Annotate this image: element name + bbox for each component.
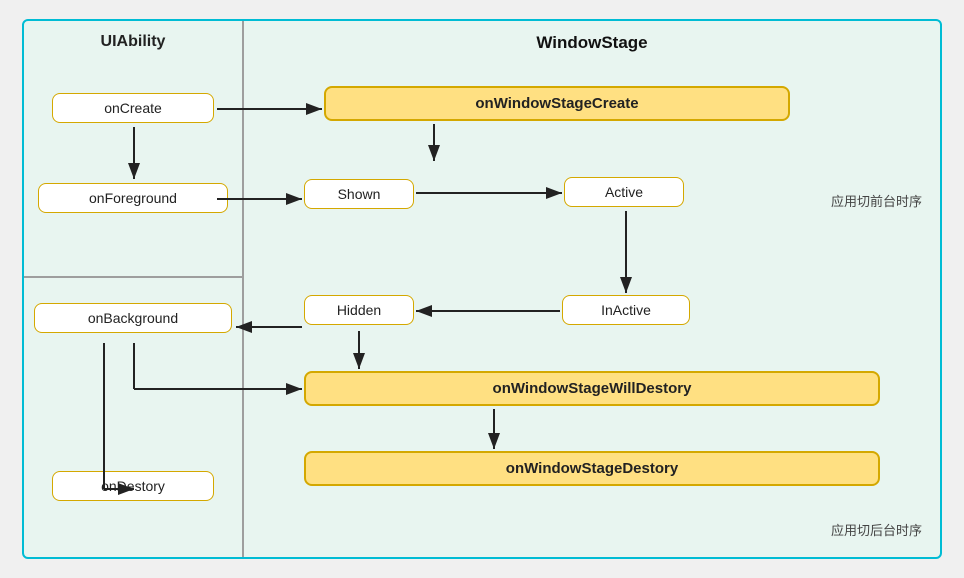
node-onwindowstagewilldestory: onWindowStageWillDestory	[304, 371, 880, 406]
label-background: 应用切后台时序	[831, 520, 922, 539]
node-active: Active	[564, 177, 684, 207]
node-inactive: InActive	[562, 295, 690, 325]
node-onbackground: onBackground	[34, 303, 232, 333]
node-shown: Shown	[304, 179, 414, 209]
node-onwindowstagecreate: onWindowStageCreate	[324, 86, 790, 121]
panel-windowstage: WindowStage onWindowStageCreate Shown Ac…	[244, 21, 940, 557]
node-oncreate: onCreate	[52, 93, 214, 123]
node-ondestory: onDestory	[52, 471, 214, 501]
panel-uiability: UIAbility onCreate onForeground onBackgr…	[24, 21, 244, 557]
node-onwindowstagedestory: onWindowStageDestory	[304, 451, 880, 486]
title-uiability: UIAbility	[24, 21, 242, 59]
diagram-container: UIAbility onCreate onForeground onBackgr…	[22, 19, 942, 559]
node-hidden: Hidden	[304, 295, 414, 325]
label-foreground: 应用切前台时序	[831, 191, 922, 210]
node-onforeground: onForeground	[38, 183, 228, 213]
horizontal-divider	[24, 276, 242, 278]
title-windowstage: WindowStage	[244, 21, 940, 61]
